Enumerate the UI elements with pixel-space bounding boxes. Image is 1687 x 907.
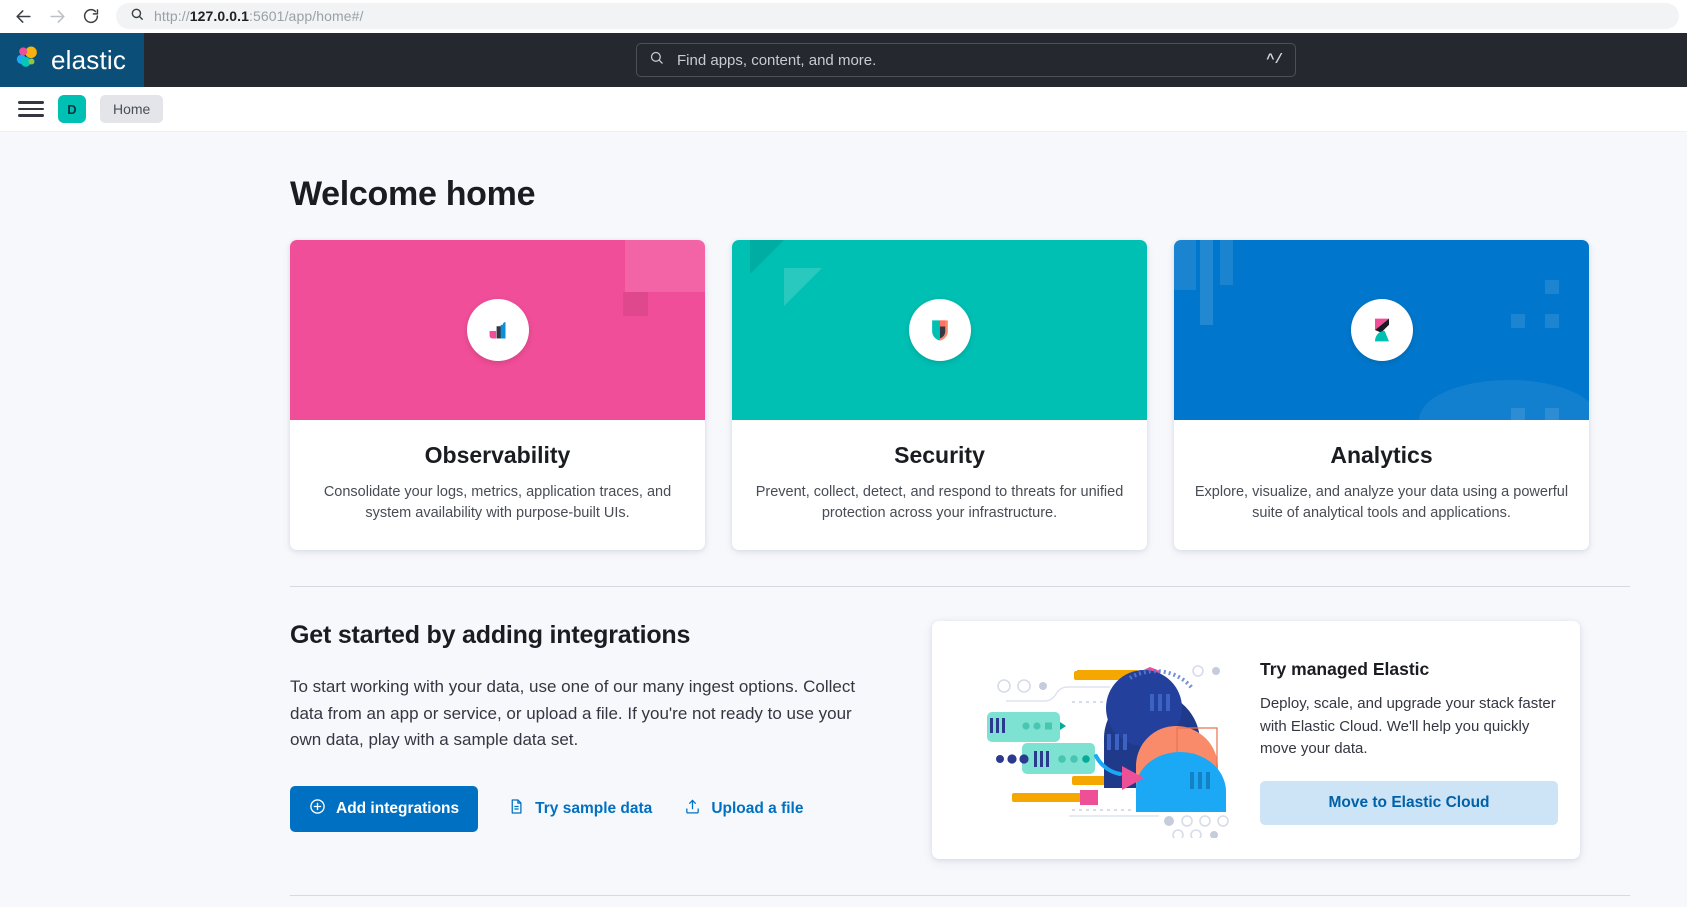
decoration-shape: [1200, 240, 1213, 325]
solution-card-row: Observability Consolidate your logs, met…: [290, 240, 1630, 551]
card-title: Analytics: [1330, 442, 1433, 468]
security-shield-icon: [908, 299, 971, 361]
kibana-analytics-icon: [1350, 299, 1413, 361]
upload-icon: [684, 798, 701, 820]
elastic-logo-link[interactable]: elastic: [0, 33, 145, 87]
add-integrations-button[interactable]: Add integrations: [290, 786, 479, 833]
card-description: Consolidate your logs, metrics, applicat…: [323, 484, 672, 522]
decoration-shape: [1174, 240, 1196, 290]
get-started-actions: Add integrations Try sample data Upload …: [290, 786, 860, 833]
reload-button[interactable]: [76, 1, 106, 31]
get-started-text-column: Get started by adding integrations To st…: [290, 621, 890, 859]
cloud-promo-panel: Try managed Elastic Deploy, scale, and u…: [932, 621, 1580, 860]
section-divider: [290, 586, 1630, 588]
forward-button[interactable]: [42, 1, 72, 31]
reload-icon: [82, 7, 100, 25]
forward-arrow-icon: [48, 7, 67, 26]
try-sample-data-label: Try sample data: [535, 800, 653, 818]
decoration-shape: [1545, 314, 1559, 328]
card-body-observability: Observability Consolidate your logs, met…: [290, 420, 705, 550]
observability-bars-icon: [466, 299, 529, 361]
try-sample-data-button[interactable]: Try sample data: [506, 792, 654, 826]
plus-circle-icon: [309, 798, 326, 820]
decoration-shape: [625, 240, 705, 292]
add-integrations-label: Add integrations: [336, 800, 460, 818]
decoration-shape: [1545, 280, 1559, 294]
back-button[interactable]: [8, 1, 38, 31]
breadcrumb[interactable]: Home: [100, 95, 164, 123]
solution-card-analytics[interactable]: Analytics Explore, visualize, and analyz…: [1174, 240, 1589, 551]
decoration-shape: [1511, 314, 1525, 328]
get-started-paragraph: To start working with your data, use one…: [290, 677, 856, 750]
card-title: Security: [894, 442, 985, 468]
card-banner-security: [732, 240, 1147, 420]
global-search-bar[interactable]: Find apps, content, and more. ^/: [636, 43, 1296, 77]
decoration-shape: [1419, 380, 1589, 420]
secondary-nav: D Home: [0, 87, 1687, 132]
decoration-shape: [623, 292, 648, 316]
elastic-global-header: elastic Find apps, content, and more. ^/: [0, 33, 1687, 87]
card-banner-observability: [290, 240, 705, 420]
cloud-promo-text: Try managed Elastic Deploy, scale, and u…: [1260, 655, 1558, 826]
search-icon: [130, 7, 144, 26]
card-description: Explore, visualize, and analyze your dat…: [1194, 484, 1569, 522]
card-banner-analytics: [1174, 240, 1589, 420]
solution-card-security[interactable]: Security Prevent, collect, detect, and r…: [732, 240, 1147, 551]
document-icon: [508, 798, 525, 820]
card-body-security: Security Prevent, collect, detect, and r…: [732, 420, 1147, 550]
upload-file-button[interactable]: Upload a file: [682, 792, 805, 826]
decoration-shape: [1220, 240, 1233, 285]
global-search-placeholder: Find apps, content, and more.: [677, 51, 877, 69]
back-arrow-icon: [14, 7, 33, 26]
card-title: Observability: [424, 442, 571, 468]
elastic-logo-text: elastic: [51, 44, 127, 75]
page-title: Welcome home: [290, 175, 536, 213]
elastic-logo-icon: [14, 44, 42, 77]
card-body-analytics: Analytics Explore, visualize, and analyz…: [1174, 420, 1589, 550]
bottom-divider: [290, 895, 1630, 897]
get-started-section: Get started by adding integrations To st…: [290, 621, 1630, 860]
move-to-elastic-cloud-button[interactable]: Move to Elastic Cloud: [1260, 781, 1558, 826]
hamburger-menu-icon[interactable]: [18, 97, 44, 121]
elastic-cloud-illustration: [944, 638, 1244, 843]
solution-card-observability[interactable]: Observability Consolidate your logs, met…: [290, 240, 705, 551]
upload-file-label: Upload a file: [711, 800, 804, 818]
page-content: Welcome home Observability Consolidate y…: [0, 132, 1687, 897]
browser-toolbar: http://127.0.0.1:5601/app/home#/: [0, 0, 1687, 33]
decoration-shape: [784, 268, 822, 306]
avatar[interactable]: D: [58, 95, 86, 123]
card-description: Prevent, collect, detect, and respond to…: [755, 484, 1124, 522]
decoration-shape: [750, 240, 784, 274]
address-bar-text: http://127.0.0.1:5601/app/home#/: [154, 8, 364, 24]
get-started-title: Get started by adding integrations: [290, 621, 691, 650]
cloud-promo-title: Try managed Elastic: [1260, 658, 1430, 679]
search-icon: [649, 50, 664, 70]
search-shortcut-hint: ^/: [1266, 52, 1283, 68]
address-bar[interactable]: http://127.0.0.1:5601/app/home#/: [116, 3, 1679, 29]
cloud-promo-description: Deploy, scale, and upgrade your stack fa…: [1260, 694, 1556, 758]
